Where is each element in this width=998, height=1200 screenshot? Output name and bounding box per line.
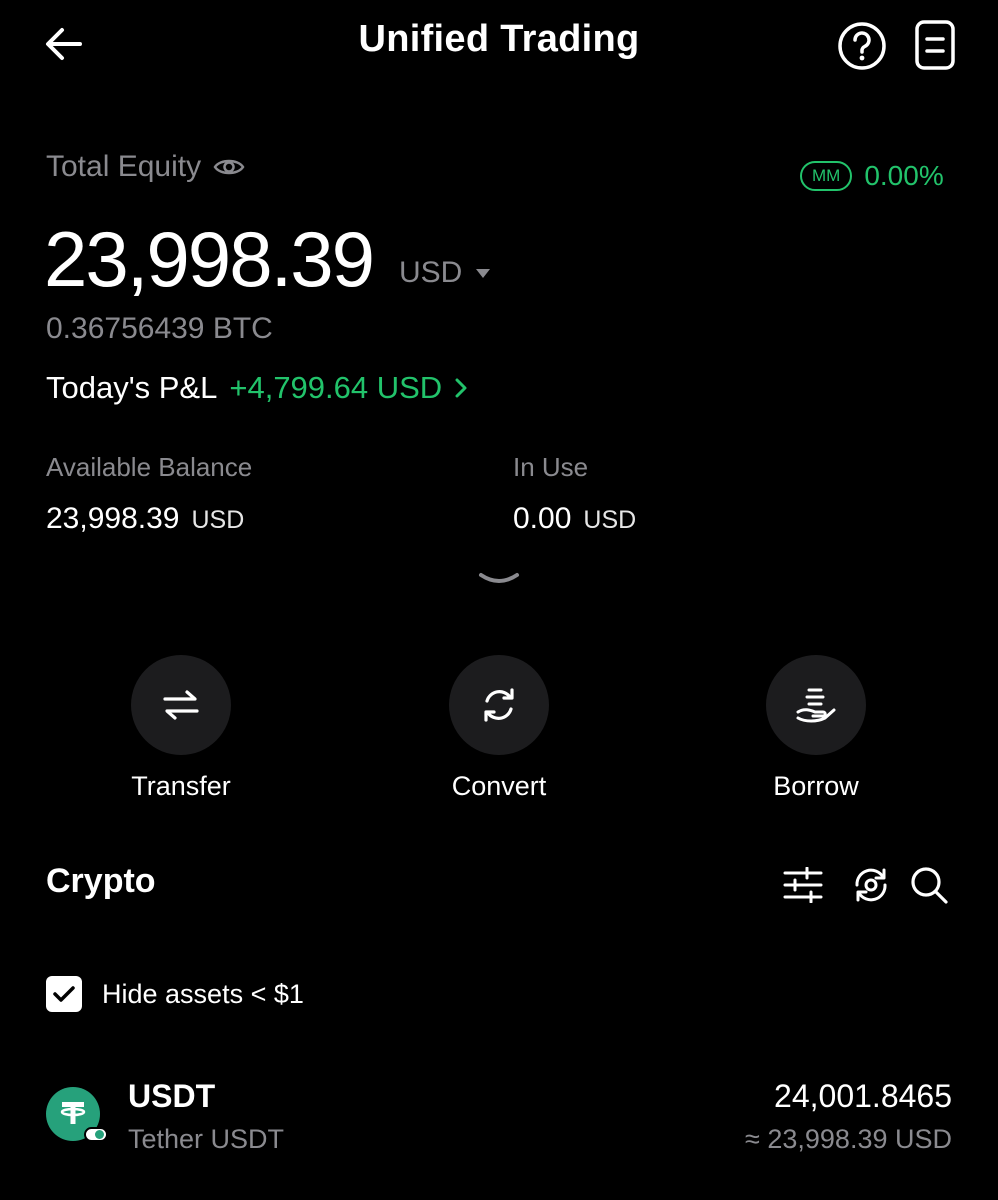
mm-badge: MM (800, 161, 853, 191)
checkmark-icon (53, 986, 75, 1002)
document-icon (915, 20, 955, 70)
transfer-circle[interactable] (131, 655, 231, 755)
asset-name: Tether USDT (128, 1124, 285, 1154)
transfer-button[interactable]: Transfer (91, 655, 271, 802)
todays-pnl-link[interactable]: Today's P&L +4,799.64 USD (46, 370, 468, 406)
tether-icon (46, 1087, 108, 1142)
eye-icon[interactable] (213, 156, 245, 178)
hide-small-assets-label: Hide assets < $1 (102, 978, 304, 1009)
borrow-label: Borrow (773, 771, 859, 801)
borrow-button[interactable]: Borrow (726, 655, 906, 802)
in-use-currency: USD (583, 506, 637, 534)
help-button[interactable] (834, 18, 890, 74)
asset-amount: 24,001.8465 (774, 1078, 952, 1114)
convert-label: Convert (451, 771, 547, 801)
available-balance-currency: USD (191, 506, 245, 534)
btc-equity-value: 0.36756439 BTC (46, 312, 273, 345)
in-use-balance: 0.00 USD (513, 502, 636, 536)
convert-button[interactable]: Convert (409, 655, 589, 802)
caret-down-icon (476, 268, 491, 278)
currency-label: USD (399, 256, 463, 289)
borrow-circle[interactable] (766, 655, 866, 755)
asset-usd-value: ≈ 23,998.39 USD (745, 1124, 952, 1154)
mm-value: 0.00% (864, 160, 944, 191)
question-circle-icon (838, 22, 886, 70)
orders-button[interactable] (908, 16, 962, 74)
search-icon (911, 867, 948, 904)
convert-circle[interactable] (449, 655, 549, 755)
transfer-icon (163, 690, 199, 720)
available-balance: 23,998.39 USD (46, 502, 244, 536)
total-equity-label: Total Equity (46, 150, 245, 184)
transfer-label: Transfer (131, 771, 231, 801)
usdt-asset-icon (45, 1086, 109, 1150)
in-use-value: 0.00 (513, 502, 572, 535)
hide-small-assets-checkbox[interactable] (46, 976, 82, 1012)
total-equity-value: 23,998.39 (44, 215, 375, 303)
asset-symbol[interactable]: USDT (128, 1078, 215, 1115)
small-assets-convert-button[interactable] (848, 862, 894, 908)
margin-ratio[interactable]: MM 0.00% (800, 160, 944, 192)
crypto-section-title: Crypto (46, 862, 156, 900)
convert-icon (484, 688, 514, 722)
filter-button[interactable] (780, 862, 826, 908)
sliders-icon (783, 867, 823, 903)
available-balance-value: 23,998.39 (46, 502, 180, 535)
borrow-icon (796, 688, 836, 723)
pnl-label: Today's P&L (46, 370, 218, 405)
search-button[interactable] (906, 862, 952, 908)
in-use-label: In Use (513, 452, 589, 482)
currency-selector[interactable]: USD (399, 256, 491, 290)
chevron-right-icon (455, 378, 467, 398)
chevron-down-icon (479, 573, 519, 583)
pnl-value: +4,799.64 USD (229, 370, 443, 405)
available-balance-label: Available Balance (46, 452, 253, 482)
refresh-coin-icon (855, 868, 887, 902)
hide-small-assets-toggle[interactable]: Hide assets < $1 (46, 976, 304, 1012)
expand-button[interactable] (474, 566, 524, 592)
total-equity-text: Total Equity (46, 150, 202, 183)
